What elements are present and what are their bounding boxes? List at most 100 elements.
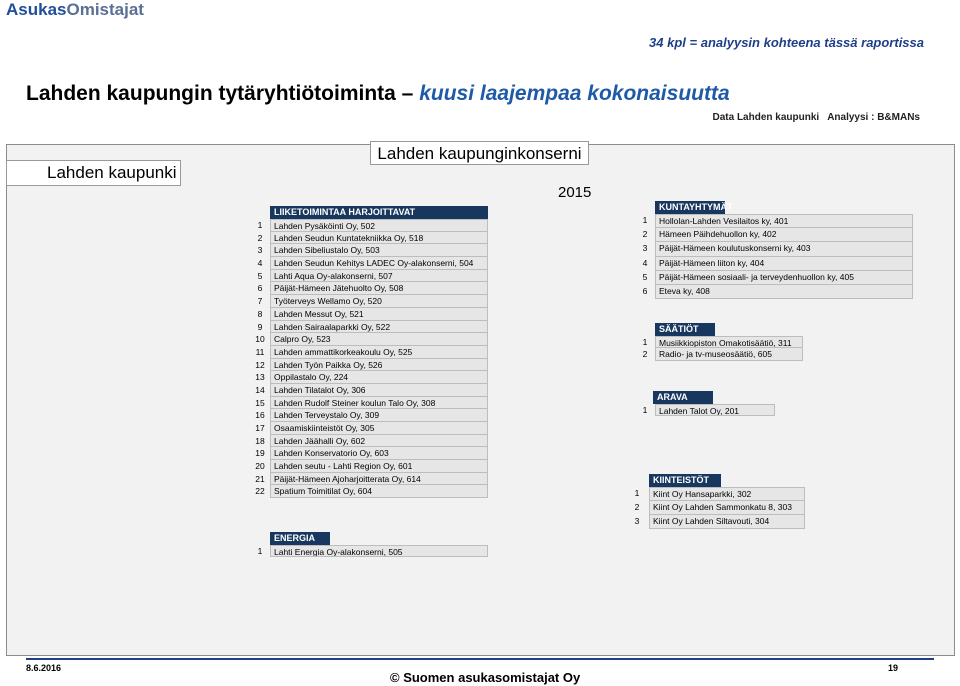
item-name: Lahden Työn Paikka Oy, 526: [270, 358, 488, 372]
item-number: 1: [642, 337, 648, 347]
group-header: SÄÄTIÖT: [655, 323, 715, 336]
item-number: 4: [257, 258, 263, 269]
item-number: 5: [257, 270, 263, 281]
list-item: 1 Lahden Pysäköinti Oy, 502: [250, 219, 488, 232]
list-item: 14 Lahden Tilatalot Oy, 306: [250, 383, 488, 397]
item-number: 12: [255, 359, 265, 370]
item-number: 1: [257, 220, 263, 230]
item-number: 8: [257, 308, 263, 319]
item-number: 1: [634, 488, 640, 498]
item-number: 13: [255, 372, 265, 383]
item-number: 10: [255, 334, 265, 345]
item-name: Hollolan-Lahden Vesilaitos ky, 401: [655, 214, 913, 229]
list-item: 8 Lahden Messut Oy, 521: [250, 307, 488, 321]
item-name: Lahden Seudun Kehitys LADEC Oy-alakonser…: [270, 257, 488, 270]
item-number: 17: [255, 423, 265, 433]
list-item: 9 Lahden Sairaalaparkki Oy, 522: [250, 320, 488, 334]
item-name: Päijät-Hämeen liiton ky, 404: [655, 256, 913, 271]
list-item: 2 Lahden Seudun Kuntatekniikka Oy, 518: [250, 231, 488, 245]
list-item: 5 Päijät-Hämeen sosiaali- ja terveydenhuo…: [635, 270, 913, 285]
list-item: 1 Lahden Talot Oy, 201: [635, 404, 775, 417]
title-main: Lahden kaupungin tytäryhtiötoiminta –: [26, 82, 414, 105]
data-source: Data Lahden kaupunki: [712, 112, 820, 123]
item-name: Päijät-Hämeen Ajoharjoitterata Oy, 614: [270, 472, 488, 486]
list-item: 3 Kiint Oy Lahden Siltavouti, 304: [625, 515, 805, 529]
item-number: 1: [257, 546, 263, 556]
page-title: Lahden kaupungin tytäryhtiötoiminta – ku…: [26, 82, 730, 106]
list-item: 3 Lahden Sibeliustalo Oy, 503: [250, 244, 488, 258]
item-name: Calpro Oy, 523: [270, 333, 488, 346]
item-name: Lahden Tilatalot Oy, 306: [270, 383, 488, 397]
item-number: 3: [634, 516, 640, 526]
year-label: 2015: [558, 184, 592, 201]
brand-logo: AsukasOmistajat: [6, 0, 144, 20]
item-name: Lahden Konservatorio Oy, 603: [270, 447, 488, 461]
item-name: Työterveys Wellamo Oy, 520: [270, 295, 488, 308]
item-name: Lahden Sairaalaparkki Oy, 522: [270, 320, 488, 334]
item-name: Osaamiskiinteistöt Oy, 305: [270, 422, 488, 435]
item-name: Lahden Seudun Kuntatekniikka Oy, 518: [270, 231, 488, 245]
item-name: Lahden Rudolf Steiner koulun Talo Oy, 30…: [270, 396, 488, 410]
brand-part-1: Asukas: [6, 0, 67, 19]
item-name: Lahden Pysäköinti Oy, 502: [270, 219, 488, 232]
list-item: 4 Lahden Seudun Kehitys LADEC Oy-alakonse…: [250, 257, 488, 270]
item-number: 1: [642, 215, 648, 225]
list-item: 16 Lahden Terveystalo Oy, 309: [250, 409, 488, 422]
group-header: KUNTAYHTYMÄT: [655, 201, 733, 214]
group-liiketoiminta: LIIKETOIMINTAA HARJOITTAVAT 1 Lahden Pysä…: [250, 206, 488, 499]
group-header: LIIKETOIMINTAA HARJOITTAVAT: [270, 206, 488, 219]
item-number: 2: [642, 229, 648, 240]
group-header: ARAVA: [653, 391, 713, 404]
item-name: Kiint Oy Lahden Sammonkatu 8, 303: [649, 501, 805, 515]
group-arava: ARAVA 1 Lahden Talot Oy, 201: [635, 391, 775, 417]
item-number: 5: [642, 271, 648, 282]
item-name: Spatium Toimitilat Oy, 604: [270, 485, 488, 499]
item-name: Päijät-Hämeen koulutuskonserni ky, 403: [655, 242, 913, 257]
item-number: 18: [255, 435, 265, 446]
group-kuntayhtymat: KUNTAYHTYMÄT 1 Hollolan-Lahden Vesilaitos…: [635, 201, 913, 300]
footer-copyright: © Suomen asukasomistajat Oy: [390, 670, 581, 685]
group-header: KIINTEISTÖT: [649, 474, 721, 487]
list-item: 13 Oppilastalo Oy, 224: [250, 371, 488, 384]
item-number: 6: [257, 283, 263, 294]
list-item: 15 Lahden Rudolf Steiner koulun Talo Oy, …: [250, 396, 488, 410]
item-number: 2: [634, 502, 640, 512]
list-item: 6 Päijät-Hämeen Jätehuolto Oy, 508: [250, 282, 488, 296]
group-saatiot: SÄÄTIÖT 1 Musiikkiopiston Omakotisäätiö, …: [635, 323, 803, 361]
item-name: Radio- ja tv-museosäätiö, 605: [655, 348, 803, 361]
item-number: 6: [642, 285, 648, 296]
list-item: 18 Lahden Jäähalli Oy, 602: [250, 434, 488, 448]
item-name: Lahti Energia Oy-alakonserni, 505: [270, 545, 488, 558]
list-item: 2 Hämeen Päihdehuollon ky, 402: [635, 228, 913, 243]
konserni-title: Lahden kaupunginkonserni: [370, 141, 589, 165]
item-name: Eteva ky, 408: [655, 284, 913, 300]
count-note: 34 kpl = analyysin kohteena tässä raport…: [649, 35, 924, 50]
list-item: 1 Lahti Energia Oy-alakonserni, 505: [250, 545, 488, 558]
item-name: Lahden Messut Oy, 521: [270, 307, 488, 321]
group-header: ENERGIA: [270, 532, 330, 545]
list-item: 7 Työterveys Wellamo Oy, 520: [250, 295, 488, 308]
item-name: Lahden Talot Oy, 201: [655, 404, 775, 417]
list-item: 22 Spatium Toimitilat Oy, 604: [250, 485, 488, 499]
list-item: 10 Calpro Oy, 523: [250, 333, 488, 346]
item-name: Oppilastalo Oy, 224: [270, 371, 488, 384]
item-name: Lahden Jäähalli Oy, 602: [270, 434, 488, 448]
item-name: Lahden Terveystalo Oy, 309: [270, 409, 488, 422]
item-number: 11: [255, 346, 265, 357]
list-item: 11 Lahden ammattikorkeakoulu Oy, 525: [250, 345, 488, 359]
list-item: 12 Lahden Työn Paikka Oy, 526: [250, 358, 488, 372]
list-item: 2 Radio- ja tv-museosäätiö, 605: [635, 348, 803, 361]
list-item: 1 Kiint Oy Hansaparkki, 302: [625, 487, 805, 501]
group-energia: ENERGIA 1 Lahti Energia Oy-alakonserni, 5…: [250, 532, 488, 558]
item-number: 21: [255, 473, 265, 484]
item-name: Musiikkiopiston Omakotisäätiö, 311: [655, 336, 803, 349]
list-item: 6 Eteva ky, 408: [635, 284, 913, 300]
list-item: 4 Päijät-Hämeen liiton ky, 404: [635, 256, 913, 271]
item-number: 14: [255, 384, 265, 395]
item-number: 15: [255, 397, 265, 408]
list-item: 17 Osaamiskiinteistöt Oy, 305: [250, 422, 488, 435]
item-number: 2: [257, 232, 263, 243]
list-item: 1 Musiikkiopiston Omakotisäätiö, 311: [635, 336, 803, 349]
list-item: 19 Lahden Konservatorio Oy, 603: [250, 447, 488, 461]
group-kiinteistot: KIINTEISTÖT 1 Kiint Oy Hansaparkki, 302 2 K…: [625, 474, 805, 529]
